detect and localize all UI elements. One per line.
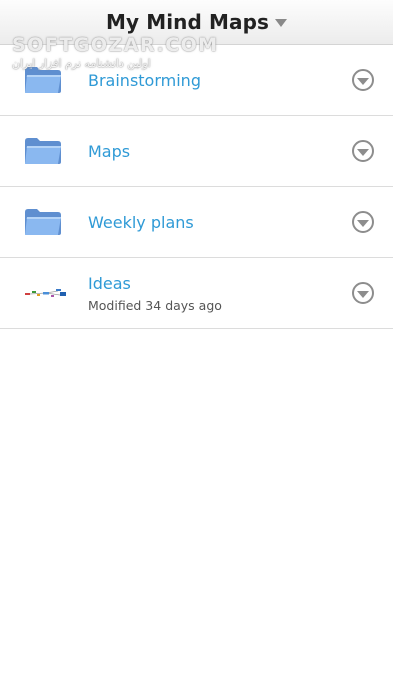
item-menu-button[interactable] (333, 258, 393, 328)
list-item-text: Brainstorming (88, 71, 333, 90)
item-modified-date: Modified 34 days ago (88, 297, 222, 313)
mind-map-list: Brainstorming Maps Weekly plans Ideas Mo… (0, 45, 393, 329)
list-item-maps[interactable]: Maps (0, 116, 393, 187)
title-bar: My Mind Maps (0, 0, 393, 45)
expand-menu-icon (352, 211, 374, 233)
list-item-ideas[interactable]: Ideas Modified 34 days ago (0, 258, 393, 329)
item-title: Ideas (88, 273, 131, 293)
item-title: Brainstorming (88, 70, 201, 90)
item-menu-button[interactable] (333, 187, 393, 257)
expand-menu-icon (352, 69, 374, 91)
folder-icon (0, 116, 88, 186)
expand-menu-icon (352, 140, 374, 162)
page-title: My Mind Maps (106, 10, 269, 34)
list-item-text: Weekly plans (88, 213, 333, 232)
item-title: Maps (88, 141, 131, 161)
folder-icon (0, 45, 88, 115)
list-item-text: Ideas Modified 34 days ago (88, 274, 333, 313)
list-item-weekly-plans[interactable]: Weekly plans (0, 187, 393, 258)
mind-map-thumbnail-icon (0, 258, 88, 328)
item-menu-button[interactable] (333, 116, 393, 186)
app-root: My Mind Maps SOFTGOZAR.COM اولین دانشنام… (0, 0, 393, 700)
item-menu-button[interactable] (333, 45, 393, 115)
item-title: Weekly plans (88, 212, 194, 232)
dropdown-caret-icon (275, 19, 287, 27)
folder-icon (0, 187, 88, 257)
expand-menu-icon (352, 282, 374, 304)
map-list-selector[interactable]: My Mind Maps (106, 10, 287, 34)
list-item-text: Maps (88, 142, 333, 161)
list-item-brainstorming[interactable]: Brainstorming (0, 45, 393, 116)
